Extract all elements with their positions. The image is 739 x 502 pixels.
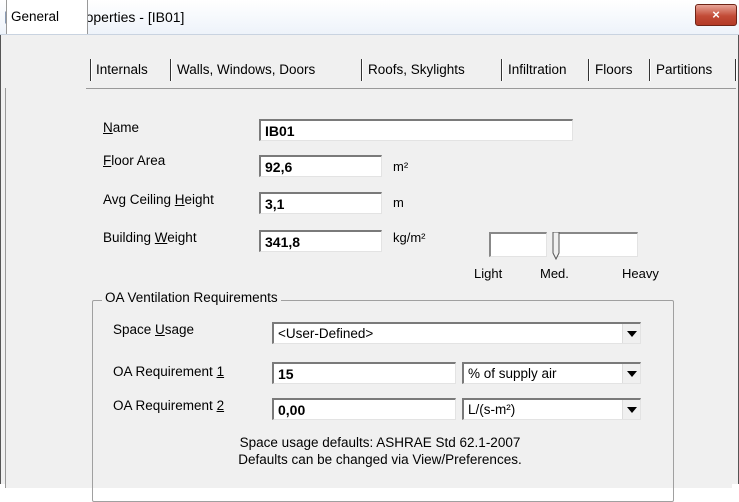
tab-walls-windows-doors[interactable]: Walls, Windows, Doors [173, 54, 319, 86]
tab-partitions[interactable]: Partitions [652, 54, 716, 86]
name-label: Name [103, 120, 140, 135]
title-bar: Space Properties - [IB01] × [0, 0, 739, 35]
oa-req1-unit-select[interactable]: % of supply air [462, 362, 641, 384]
oa-req2-field[interactable]: 0,00 [272, 398, 456, 420]
weight-slider[interactable] [489, 232, 638, 260]
tab-floors[interactable]: Floors [591, 54, 637, 86]
oa-req1-unit: % of supply air [468, 366, 557, 381]
tab-internals[interactable]: Internals [92, 54, 152, 86]
oa-req2-unit: L/(s-m²) [468, 402, 516, 417]
space-usage-label: Space Usage [113, 322, 195, 337]
tab-label: Walls, Windows, Doors [177, 62, 316, 77]
slider-thumb-icon[interactable] [552, 232, 560, 260]
tab-label: Floors [595, 62, 633, 77]
slider-label-heavy: Heavy [622, 266, 659, 281]
slider-label-light: Light [474, 266, 503, 281]
tab-label: Partitions [656, 62, 713, 77]
tab-infiltration[interactable]: Infiltration [504, 54, 571, 86]
oa-req2-unit-select[interactable]: L/(s-m²) [462, 398, 641, 420]
building-weight-unit: kg/m² [393, 230, 426, 245]
building-weight-field[interactable]: 341,8 [259, 230, 382, 252]
ceiling-height-label: Avg Ceiling Height [103, 192, 214, 207]
close-icon: × [712, 7, 720, 22]
chevron-down-icon[interactable] [622, 364, 640, 383]
tab-general[interactable]: General [6, 0, 88, 34]
floor-area-label: Floor Area [103, 153, 166, 168]
oa-req1-label: OA Requirement 1 [113, 364, 225, 379]
tab-label: Roofs, Skylights [368, 62, 465, 77]
space-usage-value: <User-Defined> [278, 326, 374, 341]
chevron-down-icon[interactable] [622, 324, 640, 343]
preferences-note: Defaults can be changed via View/Prefere… [238, 452, 522, 467]
chevron-down-icon[interactable] [622, 400, 640, 419]
name-field[interactable]: IB01 [259, 119, 573, 141]
oa-req2-label: OA Requirement 2 [113, 398, 225, 413]
close-button[interactable]: × [695, 4, 737, 26]
floor-area-unit: m² [393, 159, 409, 174]
floor-area-field[interactable]: 92,6 [259, 155, 382, 177]
tab-label: General [11, 9, 60, 24]
tab-roofs-skylights[interactable]: Roofs, Skylights [364, 54, 469, 86]
ceiling-height-unit: m [393, 195, 404, 210]
space-usage-select[interactable]: <User-Defined> [272, 322, 641, 344]
ceiling-height-field[interactable]: 3,1 [259, 192, 382, 214]
slider-label-med: Med. [540, 266, 569, 281]
oa-req1-field[interactable]: 15 [272, 362, 456, 384]
tab-label: Infiltration [508, 62, 567, 77]
tab-label: Internals [96, 62, 148, 77]
usage-defaults-note: Space usage defaults: ASHRAE Std 62.1-20… [239, 435, 521, 450]
building-weight-label: Building Weight [103, 230, 197, 245]
oa-group-title: OA Ventilation Requirements [102, 290, 281, 305]
